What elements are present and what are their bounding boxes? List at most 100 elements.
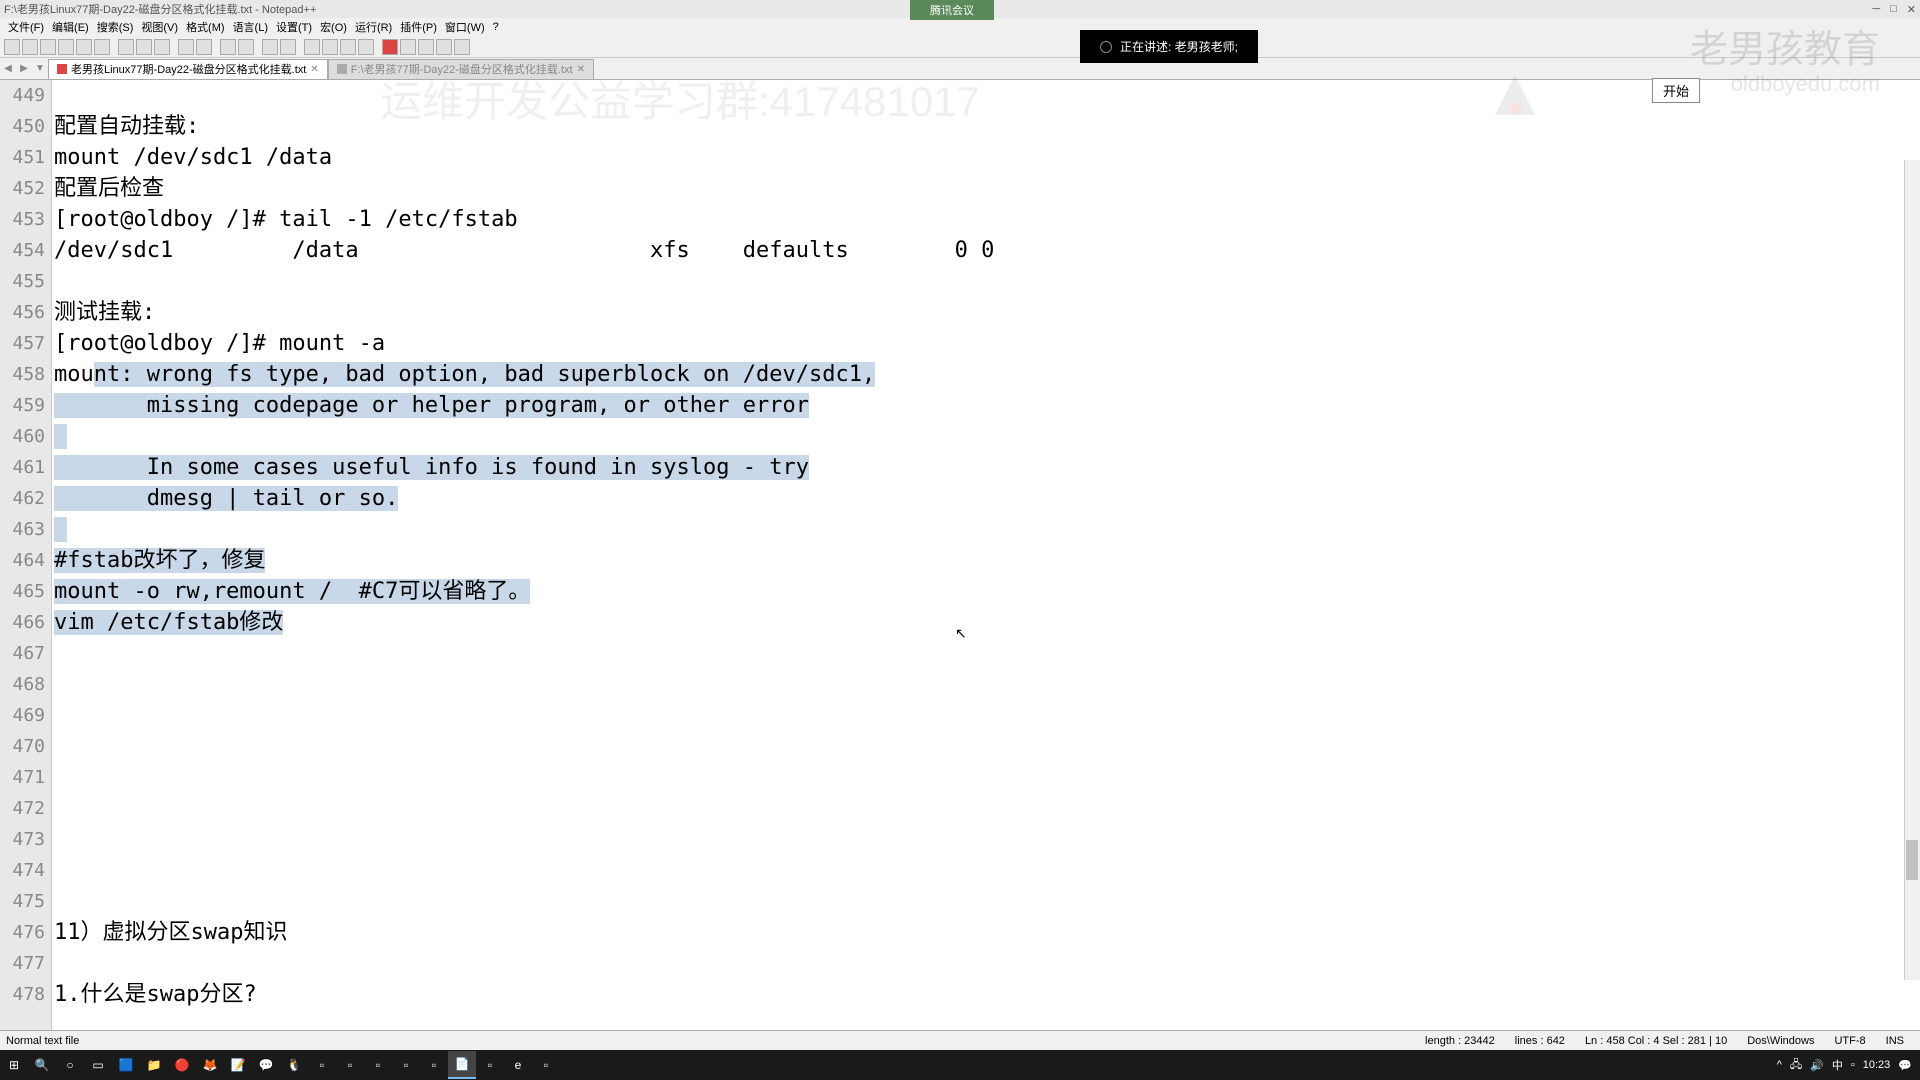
print-button[interactable]: [94, 39, 110, 55]
outdent-button[interactable]: [358, 39, 374, 55]
vertical-scrollbar[interactable]: [1904, 160, 1920, 980]
code-line[interactable]: [54, 886, 1920, 917]
tray-network-icon[interactable]: 🖧: [1790, 1056, 1802, 1075]
undo-button[interactable]: [178, 39, 194, 55]
code-line[interactable]: missing codepage or helper program, or o…: [54, 390, 1920, 421]
save-button[interactable]: [40, 39, 56, 55]
menu-settings[interactable]: 设置(T): [272, 19, 316, 35]
code-line[interactable]: 1.什么是swap分区?: [54, 979, 1920, 1010]
close-file-button[interactable]: [76, 39, 92, 55]
taskbar-app[interactable]: ▫: [308, 1051, 336, 1079]
system-tray[interactable]: ^ 🖧 🔊 中 ▫ 10:23 💬: [1777, 1056, 1920, 1075]
menu-language[interactable]: 语言(L): [229, 19, 272, 35]
code-line[interactable]: [54, 731, 1920, 762]
taskbar-app[interactable]: ▫: [420, 1051, 448, 1079]
code-line[interactable]: /dev/sdc1 /data xfs defaults 0 0: [54, 235, 1920, 266]
menu-help[interactable]: ?: [489, 21, 503, 33]
taskbar-app[interactable]: 🐧: [280, 1051, 308, 1079]
code-line[interactable]: 配置自动挂载:: [54, 111, 1920, 142]
taskbar-app[interactable]: 🔴: [168, 1051, 196, 1079]
code-line[interactable]: [54, 80, 1920, 111]
cortana-button[interactable]: ○: [56, 1051, 84, 1079]
taskbar-app[interactable]: 🟦: [112, 1051, 140, 1079]
tab-inactive[interactable]: F:\老男孩77期-Day22-磁盘分区格式化挂载.txt ✕: [328, 59, 594, 79]
tab-dropdown-button[interactable]: ▼: [32, 61, 48, 77]
find-button[interactable]: [220, 39, 236, 55]
code-line[interactable]: [54, 421, 1920, 452]
tab-close-icon[interactable]: ✕: [310, 64, 318, 75]
minimize-button[interactable]: ─: [1872, 3, 1880, 16]
menu-search[interactable]: 搜索(S): [93, 19, 138, 35]
redo-button[interactable]: [196, 39, 212, 55]
indent-button[interactable]: [340, 39, 356, 55]
copy-button[interactable]: [136, 39, 152, 55]
play-macro-button[interactable]: [418, 39, 434, 55]
code-line[interactable]: [root@oldboy /]# tail -1 /etc/fstab: [54, 204, 1920, 235]
taskbar-app[interactable]: 📝: [224, 1051, 252, 1079]
code-line[interactable]: dmesg | tail or so.: [54, 483, 1920, 514]
menu-plugins[interactable]: 插件(P): [396, 19, 441, 35]
code-line[interactable]: mount: wrong fs type, bad option, bad su…: [54, 359, 1920, 390]
maximize-button[interactable]: □: [1890, 3, 1897, 16]
code-line[interactable]: 测试挂载:: [54, 297, 1920, 328]
code-line[interactable]: 配置后检查: [54, 173, 1920, 204]
new-file-button[interactable]: [4, 39, 20, 55]
taskbar-ie[interactable]: e: [504, 1051, 532, 1079]
code-line[interactable]: In some cases useful info is found in sy…: [54, 452, 1920, 483]
save-all-button[interactable]: [58, 39, 74, 55]
zoom-in-button[interactable]: [262, 39, 278, 55]
code-line[interactable]: [54, 638, 1920, 669]
code-line[interactable]: #fstab改坏了，修复: [54, 545, 1920, 576]
code-line[interactable]: [54, 824, 1920, 855]
tab-prev-button[interactable]: ◀: [0, 61, 16, 77]
menu-edit[interactable]: 编辑(E): [48, 19, 93, 35]
menu-file[interactable]: 文件(F): [4, 19, 48, 35]
code-line[interactable]: mount /dev/sdc1 /data: [54, 142, 1920, 173]
tab-next-button[interactable]: ▶: [16, 61, 32, 77]
code-line[interactable]: [54, 855, 1920, 886]
taskbar-app[interactable]: ▫: [364, 1051, 392, 1079]
save-macro-button[interactable]: [454, 39, 470, 55]
close-button[interactable]: ✕: [1907, 3, 1916, 16]
search-button[interactable]: 🔍: [28, 1051, 56, 1079]
tray-app-icon[interactable]: ▫: [1851, 1059, 1855, 1071]
showall-button[interactable]: [322, 39, 338, 55]
scroll-thumb[interactable]: [1906, 840, 1918, 880]
taskbar-app[interactable]: ▫: [532, 1051, 560, 1079]
code-line[interactable]: [54, 793, 1920, 824]
code-line[interactable]: [54, 266, 1920, 297]
tray-volume-icon[interactable]: 🔊: [1810, 1059, 1824, 1072]
start-recording-button[interactable]: 开始: [1652, 78, 1700, 103]
tray-clock[interactable]: 10:23: [1863, 1059, 1891, 1071]
open-file-button[interactable]: [22, 39, 38, 55]
record-macro-button[interactable]: [382, 39, 398, 55]
code-line[interactable]: [54, 514, 1920, 545]
replace-button[interactable]: [238, 39, 254, 55]
menu-run[interactable]: 运行(R): [351, 19, 396, 35]
tab-active[interactable]: 老男孩Linux77期-Day22-磁盘分区格式化挂载.txt ✕: [48, 59, 328, 79]
cut-button[interactable]: [118, 39, 134, 55]
taskbar-notepadpp[interactable]: 📄: [448, 1051, 476, 1079]
tray-ime-icon[interactable]: 中: [1832, 1057, 1843, 1073]
code-line[interactable]: [root@oldboy /]# mount -a: [54, 328, 1920, 359]
code-line[interactable]: [54, 948, 1920, 979]
taskview-button[interactable]: ▭: [84, 1051, 112, 1079]
menu-macro[interactable]: 宏(O): [316, 19, 351, 35]
code-line[interactable]: vim /etc/fstab修改: [54, 607, 1920, 638]
play-multi-button[interactable]: [436, 39, 452, 55]
menu-window[interactable]: 窗口(W): [441, 19, 489, 35]
taskbar-app[interactable]: 💬: [252, 1051, 280, 1079]
taskbar-app[interactable]: ▫: [392, 1051, 420, 1079]
editor[interactable]: 4494504514524534544554564574584594604614…: [0, 80, 1920, 1030]
taskbar-app[interactable]: 📁: [140, 1051, 168, 1079]
taskbar-app[interactable]: 🦊: [196, 1051, 224, 1079]
paste-button[interactable]: [154, 39, 170, 55]
menu-format[interactable]: 格式(M): [182, 19, 229, 35]
code-line[interactable]: 11）虚拟分区swap知识: [54, 917, 1920, 948]
taskbar-app[interactable]: ▫: [336, 1051, 364, 1079]
code-line[interactable]: [54, 669, 1920, 700]
stop-macro-button[interactable]: [400, 39, 416, 55]
code-line[interactable]: [54, 762, 1920, 793]
taskbar-app[interactable]: ▫: [476, 1051, 504, 1079]
code-line[interactable]: [54, 700, 1920, 731]
